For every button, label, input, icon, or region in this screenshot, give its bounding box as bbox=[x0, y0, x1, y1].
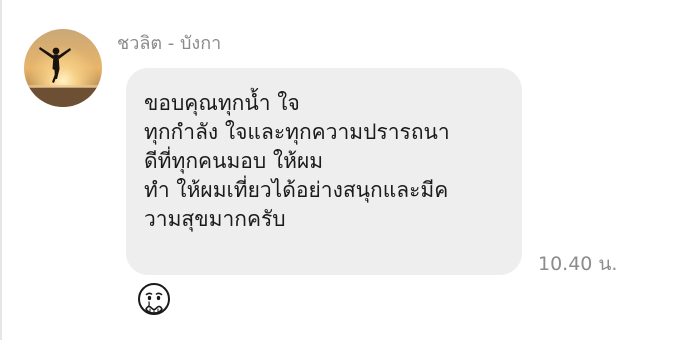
sender-separator: - bbox=[162, 33, 180, 54]
avatar[interactable] bbox=[24, 29, 102, 107]
message-line: วามสุขมากครับ bbox=[144, 207, 286, 231]
sender-status: บังกา bbox=[180, 33, 222, 54]
sender-name[interactable]: ชวลิต bbox=[117, 33, 162, 54]
emoji-moved-icon[interactable] bbox=[136, 282, 172, 318]
message-timestamp: 10.40 น. bbox=[538, 253, 618, 275]
message-bubble[interactable]: ขอบคุณทุกน้ำ ใจ ทุกกำลัง ใจและทุกความปรา… bbox=[126, 68, 522, 275]
message-line: ดีที่ทุกคนมอบ ให้ผม bbox=[144, 149, 324, 173]
sender-header: ชวลิต - บังกา bbox=[117, 32, 221, 56]
message-line: ทุกกำลัง ใจและทุกความปรารถนา bbox=[144, 120, 450, 144]
message-line: ทำ ให้ผมเที่ยวได้อย่างสนุกและมีค bbox=[144, 178, 449, 202]
message-line: ขอบคุณทุกน้ำ ใจ bbox=[144, 91, 300, 115]
avatar-image bbox=[24, 29, 102, 107]
left-divider bbox=[0, 0, 2, 340]
